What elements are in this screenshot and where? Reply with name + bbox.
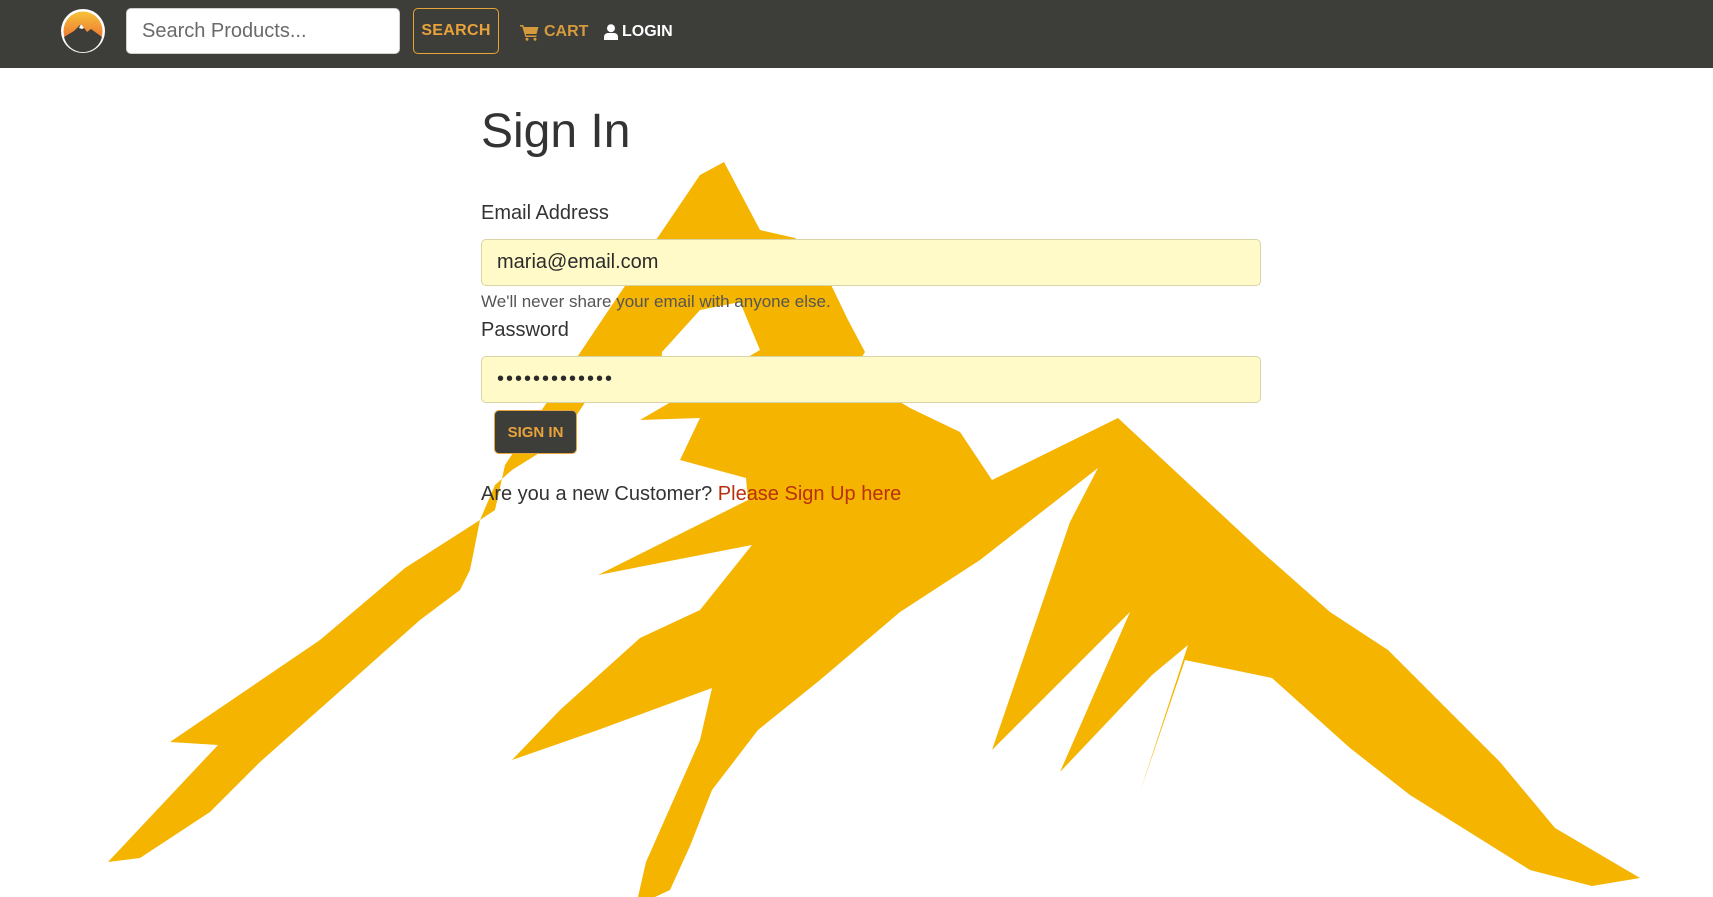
nav-cart-link[interactable]: CART: [520, 20, 588, 44]
password-field[interactable]: [481, 356, 1261, 403]
user-icon: [604, 24, 618, 40]
search-input[interactable]: [126, 8, 400, 54]
nav-cart-label: CART: [544, 23, 589, 40]
navbar: SEARCH CART LOGIN: [0, 0, 1713, 68]
signup-link[interactable]: Please Sign Up here: [718, 483, 901, 505]
shopping-cart-icon: [520, 24, 539, 41]
signup-prompt-row: Are you a new Customer? Please Sign Up h…: [481, 483, 901, 506]
page-title: Sign In: [481, 105, 631, 158]
signin-button[interactable]: SIGN IN: [494, 410, 577, 454]
email-field[interactable]: [481, 239, 1261, 286]
nav-login-label: LOGIN: [622, 23, 673, 40]
signup-prompt-text: Are you a new Customer?: [481, 483, 718, 505]
password-label: Password: [481, 319, 569, 341]
page: SEARCH CART LOGIN Sign In Email Address …: [0, 0, 1713, 897]
nav-login-link[interactable]: LOGIN: [604, 20, 673, 44]
email-label: Email Address: [481, 202, 609, 224]
mountain-sun-logo-icon[interactable]: [60, 8, 106, 54]
email-help-text: We'll never share your email with anyone…: [481, 292, 831, 311]
search-button[interactable]: SEARCH: [413, 8, 499, 54]
